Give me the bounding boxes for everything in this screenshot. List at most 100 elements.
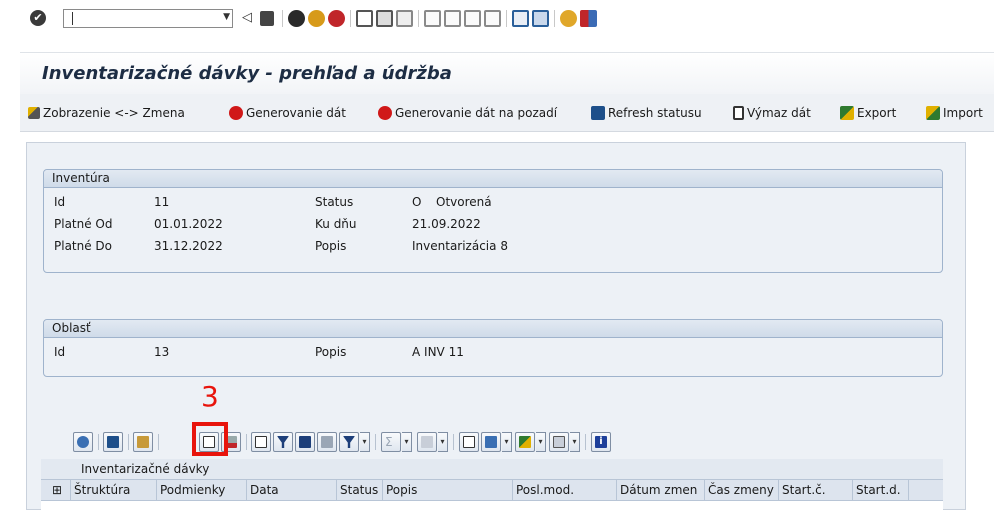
column-header-status[interactable]: Status	[337, 480, 383, 501]
total-button[interactable]: Σ	[381, 432, 401, 452]
column-header-popis[interactable]: Popis	[383, 480, 513, 501]
inventura-ku-dnu-value: 21.09.2022	[412, 217, 481, 231]
column-header-data[interactable]: Data	[247, 480, 337, 501]
first-page-icon[interactable]	[424, 10, 441, 27]
main-panel: Inventúra Id 11 Status O Otvorená Platné…	[26, 142, 966, 510]
oblast-group-header: Oblasť	[44, 320, 942, 338]
views-icon	[485, 436, 497, 448]
print-icon[interactable]	[356, 10, 373, 27]
find-button[interactable]	[295, 432, 315, 452]
set-filter-dropdown[interactable]: ▾	[360, 432, 370, 452]
alv-toolbar: ▾ Σ ▾ ▾ ▾ ▾ ▾ i	[41, 429, 943, 455]
title-bar: Inventarizačné dávky - prehľad a údržba	[20, 52, 994, 94]
column-header-struktura[interactable]: Štruktúra	[71, 480, 157, 501]
inventura-status-code: O	[412, 195, 422, 209]
import-button[interactable]: Import	[926, 104, 983, 122]
column-header-podmienky[interactable]: Podmienky	[157, 480, 247, 501]
inventura-popis-label: Popis	[315, 239, 347, 253]
export-button[interactable]: Export	[840, 104, 896, 122]
help-icon[interactable]	[560, 10, 577, 27]
layout-button[interactable]	[549, 432, 569, 452]
inventura-group-header: Inventúra	[44, 170, 942, 188]
filter-button[interactable]	[273, 432, 293, 452]
details-button[interactable]	[73, 432, 93, 452]
alv-divider	[98, 434, 99, 450]
select-all-icon[interactable]: ⊞	[41, 480, 71, 501]
refresh-icon	[107, 436, 119, 448]
column-header-start-c[interactable]: Start.č.	[779, 480, 853, 501]
command-field[interactable]: ▼	[63, 9, 233, 28]
alv-header-row: ⊞ Štruktúra Podmienky Data Status Popis …	[41, 479, 943, 501]
views-button[interactable]	[481, 432, 501, 452]
shortcut-icon[interactable]	[532, 10, 549, 27]
set-filter-icon	[343, 436, 355, 448]
info-button[interactable]: i	[591, 432, 611, 452]
previous-page-icon[interactable]	[444, 10, 461, 27]
trash-icon	[733, 106, 744, 120]
oblast-group: Oblasť Id 13 Popis A INV 11	[43, 319, 943, 377]
set-filter-button[interactable]	[339, 432, 359, 452]
generate-data-background-label: Generovanie dát na pozadí	[395, 106, 558, 120]
highlight-box	[192, 422, 228, 456]
toolbar-divider	[350, 10, 351, 27]
export-list-dropdown[interactable]: ▾	[536, 432, 546, 452]
details-icon	[77, 436, 89, 448]
layout-icon[interactable]	[580, 10, 597, 27]
exit-icon[interactable]	[308, 10, 325, 27]
find-next-icon	[321, 436, 333, 448]
views-dropdown[interactable]: ▾	[502, 432, 512, 452]
inventura-status-label: Status	[315, 195, 354, 209]
subtotal-icon	[421, 436, 433, 448]
print-list-button[interactable]	[251, 432, 271, 452]
import-label: Import	[943, 106, 983, 120]
alv-divider	[246, 434, 247, 450]
find-next-icon[interactable]	[396, 10, 413, 27]
last-page-icon[interactable]	[484, 10, 501, 27]
subtotal-button[interactable]	[417, 432, 437, 452]
ok-icon[interactable]: ✔	[30, 10, 46, 26]
column-header-cas-zmeny[interactable]: Čas zmeny	[705, 480, 779, 501]
refresh-status-button[interactable]: Refresh statusu	[591, 104, 702, 122]
oblast-popis-label: Popis	[315, 345, 347, 359]
column-header-start-d[interactable]: Start.d.	[853, 480, 909, 501]
system-toolbar: ✔ ▼ ◁	[0, 0, 994, 38]
inventura-platne-do-label: Platné Do	[54, 239, 113, 253]
back-icon[interactable]: ◁	[242, 10, 259, 27]
find-next-button[interactable]	[317, 432, 337, 452]
find-icon[interactable]	[376, 10, 393, 27]
find-icon	[299, 436, 311, 448]
toolbar-divider	[554, 10, 555, 27]
chevron-down-icon[interactable]: ▼	[223, 12, 230, 22]
column-header-datum-zmen[interactable]: Dátum zmen	[617, 480, 705, 501]
info-icon: i	[595, 436, 607, 448]
execute-background-icon	[378, 106, 392, 120]
sum-icon: Σ	[385, 435, 393, 449]
page-title: Inventarizačné dávky - prehľad a údržba	[42, 63, 452, 84]
generate-data-button[interactable]: Generovanie dát	[229, 104, 346, 122]
save-icon[interactable]	[260, 11, 274, 26]
new-session-icon[interactable]	[512, 10, 529, 27]
delete-data-label: Výmaz dát	[747, 106, 811, 120]
column-header-posl-mod[interactable]: Posl.mod.	[513, 480, 617, 501]
display-change-button[interactable]: Zobrazenie <-> Zmena	[28, 104, 185, 122]
alv-body	[41, 501, 943, 510]
cancel-icon[interactable]	[328, 10, 345, 27]
generate-data-background-button[interactable]: Generovanie dát na pozadí	[378, 104, 557, 122]
layout-dropdown[interactable]: ▾	[570, 432, 580, 452]
subtotal-dropdown[interactable]: ▾	[438, 432, 448, 452]
delete-data-button[interactable]: Výmaz dát	[733, 104, 811, 122]
execute-icon	[229, 106, 243, 120]
print-preview-button[interactable]	[459, 432, 479, 452]
oblast-popis-value: A INV 11	[412, 345, 464, 359]
inventura-status-text: Otvorená	[436, 195, 492, 209]
clipboard-icon	[137, 436, 149, 448]
paste-button[interactable]	[133, 432, 153, 452]
navigate-back-icon[interactable]	[288, 10, 305, 27]
toolbar-divider	[282, 10, 283, 27]
step-number-callout: 3	[201, 380, 219, 413]
next-page-icon[interactable]	[464, 10, 481, 27]
print-preview-icon	[463, 436, 475, 448]
export-list-button[interactable]	[515, 432, 535, 452]
total-dropdown[interactable]: ▾	[402, 432, 412, 452]
refresh-button[interactable]	[103, 432, 123, 452]
